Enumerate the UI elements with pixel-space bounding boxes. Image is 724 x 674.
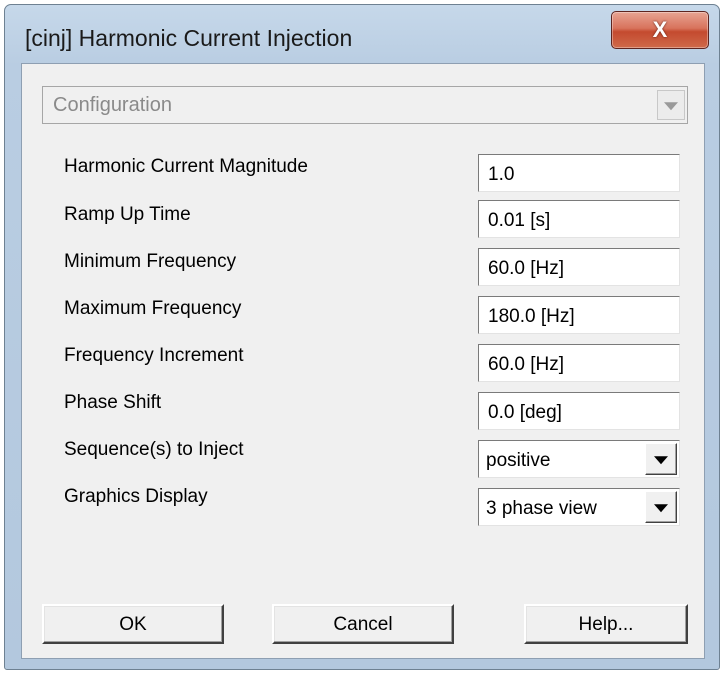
graphics-display-dropdown-button[interactable] bbox=[645, 491, 677, 523]
ramp-up-time-label: Ramp Up Time bbox=[64, 204, 191, 225]
harmonic-current-magnitude-label: Harmonic Current Magnitude bbox=[64, 156, 308, 177]
minimum-frequency-input[interactable]: 60.0 [Hz] bbox=[478, 248, 680, 286]
cancel-button[interactable]: Cancel bbox=[272, 604, 454, 644]
title-bar[interactable]: [cinj] Harmonic Current Injection X bbox=[5, 5, 719, 65]
phase-shift-input[interactable]: 0.0 [deg] bbox=[478, 392, 680, 430]
configuration-dropdown-value: Configuration bbox=[53, 94, 172, 116]
maximum-frequency-input[interactable]: 180.0 [Hz] bbox=[478, 296, 680, 334]
sequences-to-inject-select[interactable]: positive bbox=[478, 440, 680, 478]
window-title: [cinj] Harmonic Current Injection bbox=[25, 25, 353, 51]
sequences-to-inject-label: Sequence(s) to Inject bbox=[64, 439, 244, 460]
sequences-to-inject-value: positive bbox=[486, 450, 551, 471]
configuration-dropdown[interactable]: Configuration bbox=[42, 86, 688, 124]
ramp-up-time-input[interactable]: 0.01 [s] bbox=[478, 200, 680, 238]
frequency-increment-label: Frequency Increment bbox=[64, 345, 244, 366]
ok-button[interactable]: OK bbox=[42, 604, 224, 644]
chevron-down-icon bbox=[654, 456, 668, 465]
graphics-display-label: Graphics Display bbox=[64, 486, 208, 507]
sequences-to-inject-dropdown-button[interactable] bbox=[645, 443, 677, 475]
harmonic-current-magnitude-input[interactable]: 1.0 bbox=[478, 154, 680, 192]
close-button[interactable]: X bbox=[611, 11, 709, 49]
frequency-increment-input[interactable]: 60.0 [Hz] bbox=[478, 344, 680, 382]
help-button[interactable]: Help... bbox=[524, 604, 688, 644]
graphics-display-select[interactable]: 3 phase view bbox=[478, 488, 680, 526]
close-icon: X bbox=[652, 17, 668, 42]
minimum-frequency-label: Minimum Frequency bbox=[64, 251, 237, 272]
dialog-window: [cinj] Harmonic Current Injection X Conf… bbox=[4, 4, 720, 670]
maximum-frequency-label: Maximum Frequency bbox=[64, 298, 242, 319]
graphics-display-value: 3 phase view bbox=[486, 498, 597, 519]
phase-shift-label: Phase Shift bbox=[64, 392, 162, 413]
chevron-down-icon bbox=[654, 504, 668, 513]
configuration-dropdown-arrow[interactable] bbox=[657, 90, 685, 120]
chevron-down-icon bbox=[664, 102, 678, 111]
dialog-client-area: Configuration Harmonic Current Magnitude… bbox=[21, 63, 705, 659]
